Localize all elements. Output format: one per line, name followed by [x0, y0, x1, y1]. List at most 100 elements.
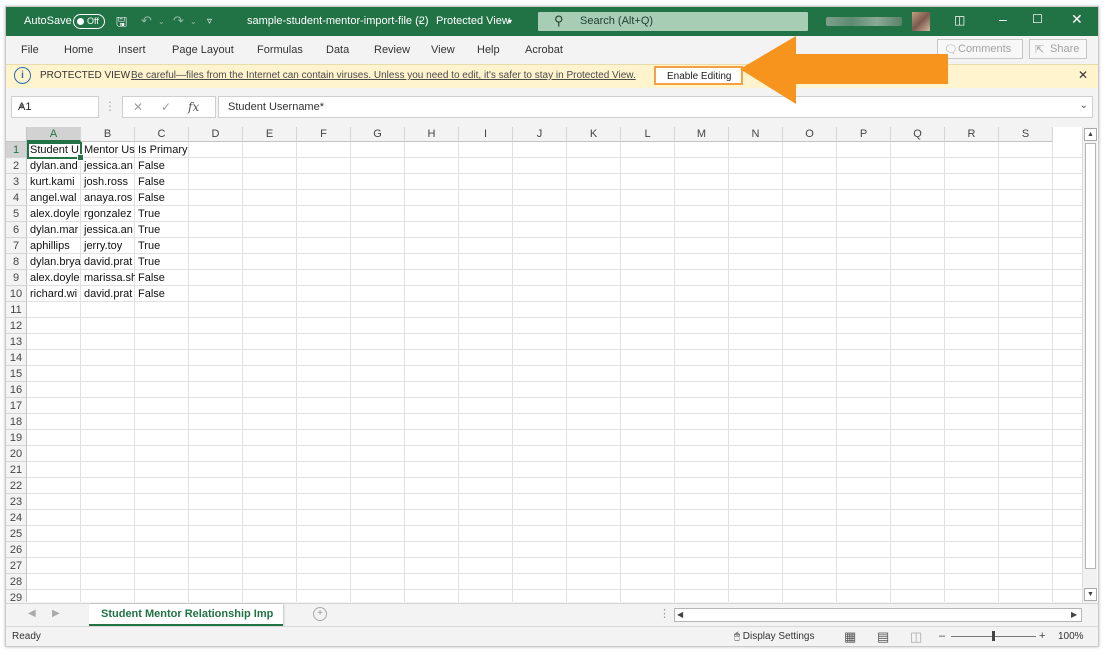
- cell-a4[interactable]: angel.wal: [27, 190, 81, 206]
- cell-b2[interactable]: jessica.an: [81, 158, 135, 174]
- cell-b8[interactable]: david.prat: [81, 254, 135, 270]
- row-header-24[interactable]: 24: [6, 510, 27, 526]
- tab-insert[interactable]: Insert: [118, 44, 146, 56]
- customize-quick-access-icon[interactable]: ▿: [207, 16, 212, 27]
- scroll-down-icon[interactable]: ▼: [1084, 588, 1097, 601]
- tab-formulas[interactable]: Formulas: [257, 44, 303, 56]
- tab-help[interactable]: Help: [477, 44, 500, 56]
- tab-page-layout[interactable]: Page Layout: [172, 44, 234, 56]
- tab-split-grip-icon[interactable]: ⋮: [659, 607, 670, 620]
- fill-handle[interactable]: [77, 154, 84, 161]
- column-header-a[interactable]: A: [27, 127, 81, 142]
- maximize-icon[interactable]: ☐: [1032, 12, 1043, 26]
- row-header-23[interactable]: 23: [6, 494, 27, 510]
- zoom-slider-thumb[interactable]: [992, 631, 995, 641]
- cell-c9[interactable]: False: [135, 270, 189, 286]
- cell-a10[interactable]: richard.wi: [27, 286, 81, 302]
- row-header-6[interactable]: 6: [6, 222, 27, 238]
- tab-acrobat[interactable]: Acrobat: [525, 44, 563, 56]
- column-header-k[interactable]: K: [567, 127, 621, 142]
- redo-dropdown-icon[interactable]: ⌄: [190, 17, 197, 26]
- scroll-right-icon[interactable]: ▶: [1071, 610, 1077, 619]
- column-header-m[interactable]: M: [675, 127, 729, 142]
- zoom-out-icon[interactable]: –: [939, 630, 945, 642]
- row-header-22[interactable]: 22: [6, 478, 27, 494]
- column-header-q[interactable]: Q: [891, 127, 945, 142]
- enter-icon[interactable]: ✓: [161, 100, 171, 114]
- cell-c6[interactable]: True: [135, 222, 189, 238]
- row-header-13[interactable]: 13: [6, 334, 27, 350]
- cell-b9[interactable]: marissa.sh: [81, 270, 135, 286]
- prev-sheet-icon[interactable]: ◀: [28, 608, 36, 619]
- row-header-26[interactable]: 26: [6, 542, 27, 558]
- cell-a2[interactable]: dylan.and: [27, 158, 81, 174]
- scroll-up-icon[interactable]: ▲: [1084, 128, 1097, 141]
- display-settings-button[interactable]: 🖱 Display Settings: [734, 631, 814, 642]
- cell-c3[interactable]: False: [135, 174, 189, 190]
- row-header-5[interactable]: 5: [6, 206, 27, 222]
- save-icon[interactable]: 🖫: [116, 13, 127, 35]
- view-mode-label[interactable]: Protected View: [436, 15, 510, 27]
- cell-c7[interactable]: True: [135, 238, 189, 254]
- tab-file[interactable]: File: [21, 44, 39, 56]
- row-header-19[interactable]: 19: [6, 430, 27, 446]
- undo-icon[interactable]: ↶: [141, 13, 152, 29]
- row-header-27[interactable]: 27: [6, 558, 27, 574]
- share-button[interactable]: ⇱ Share: [1029, 39, 1087, 59]
- row-header-25[interactable]: 25: [6, 526, 27, 542]
- formula-input[interactable]: Student Username* ⌄: [218, 96, 1093, 118]
- column-header-h[interactable]: H: [405, 127, 459, 142]
- column-header-j[interactable]: J: [513, 127, 567, 142]
- page-layout-view-icon[interactable]: ▤: [877, 629, 889, 645]
- row-header-14[interactable]: 14: [6, 350, 27, 366]
- normal-view-icon[interactable]: ▦: [844, 629, 856, 645]
- row-header-3[interactable]: 3: [6, 174, 27, 190]
- zoom-in-icon[interactable]: +: [1039, 630, 1045, 642]
- cell-c4[interactable]: False: [135, 190, 189, 206]
- row-header-10[interactable]: 10: [6, 286, 27, 302]
- tab-view[interactable]: View: [431, 44, 455, 56]
- sheet-tab-active[interactable]: Student Mentor Relationship Imp: [89, 604, 283, 626]
- user-name-redacted[interactable]: [826, 17, 902, 26]
- row-header-15[interactable]: 15: [6, 366, 27, 382]
- undo-dropdown-icon[interactable]: ⌄: [158, 17, 165, 26]
- row-header-28[interactable]: 28: [6, 574, 27, 590]
- tab-review[interactable]: Review: [374, 44, 410, 56]
- autosave-toggle[interactable]: Off: [73, 14, 105, 29]
- cell-c8[interactable]: True: [135, 254, 189, 270]
- name-box-dropdown-icon[interactable]: ▼: [18, 102, 94, 111]
- protected-view-message[interactable]: Be careful—files from the Internet can c…: [131, 70, 636, 81]
- expand-formula-bar-icon[interactable]: ⌄: [1080, 100, 1088, 111]
- ribbon-display-options-icon[interactable]: ◫: [954, 13, 965, 27]
- row-header-20[interactable]: 20: [6, 446, 27, 462]
- column-header-c[interactable]: C: [135, 127, 189, 142]
- add-sheet-icon[interactable]: +: [313, 607, 327, 621]
- cell-c10[interactable]: False: [135, 286, 189, 302]
- row-header-8[interactable]: 8: [6, 254, 27, 270]
- cell-b4[interactable]: anaya.ros: [81, 190, 135, 206]
- cell-b5[interactable]: rgonzalez: [81, 206, 135, 222]
- column-header-b[interactable]: B: [81, 127, 135, 142]
- cell-c1[interactable]: Is Primary: [135, 142, 189, 158]
- next-sheet-icon[interactable]: ▶: [52, 608, 60, 619]
- close-icon[interactable]: ✕: [1071, 11, 1083, 28]
- column-header-n[interactable]: N: [729, 127, 783, 142]
- name-box[interactable]: A1 ▼: [11, 96, 99, 118]
- vertical-scrollbar[interactable]: ▲ ▼: [1082, 127, 1097, 603]
- column-header-e[interactable]: E: [243, 127, 297, 142]
- row-header-4[interactable]: 4: [6, 190, 27, 206]
- cell-a8[interactable]: dylan.brya: [27, 254, 81, 270]
- column-header-g[interactable]: G: [351, 127, 405, 142]
- cell-b7[interactable]: jerry.toy: [81, 238, 135, 254]
- user-avatar[interactable]: [912, 12, 930, 31]
- insert-function-icon[interactable]: fx: [188, 100, 199, 114]
- cell-a3[interactable]: kurt.kami: [27, 174, 81, 190]
- vertical-scroll-thumb[interactable]: [1085, 143, 1096, 569]
- row-header-18[interactable]: 18: [6, 414, 27, 430]
- minimize-icon[interactable]: –: [999, 11, 1007, 27]
- cell-b6[interactable]: jessica.an: [81, 222, 135, 238]
- cell-a5[interactable]: alex.doyle: [27, 206, 81, 222]
- tab-data[interactable]: Data: [326, 44, 349, 56]
- row-header-2[interactable]: 2: [6, 158, 27, 174]
- cell-a7[interactable]: aphillips: [27, 238, 81, 254]
